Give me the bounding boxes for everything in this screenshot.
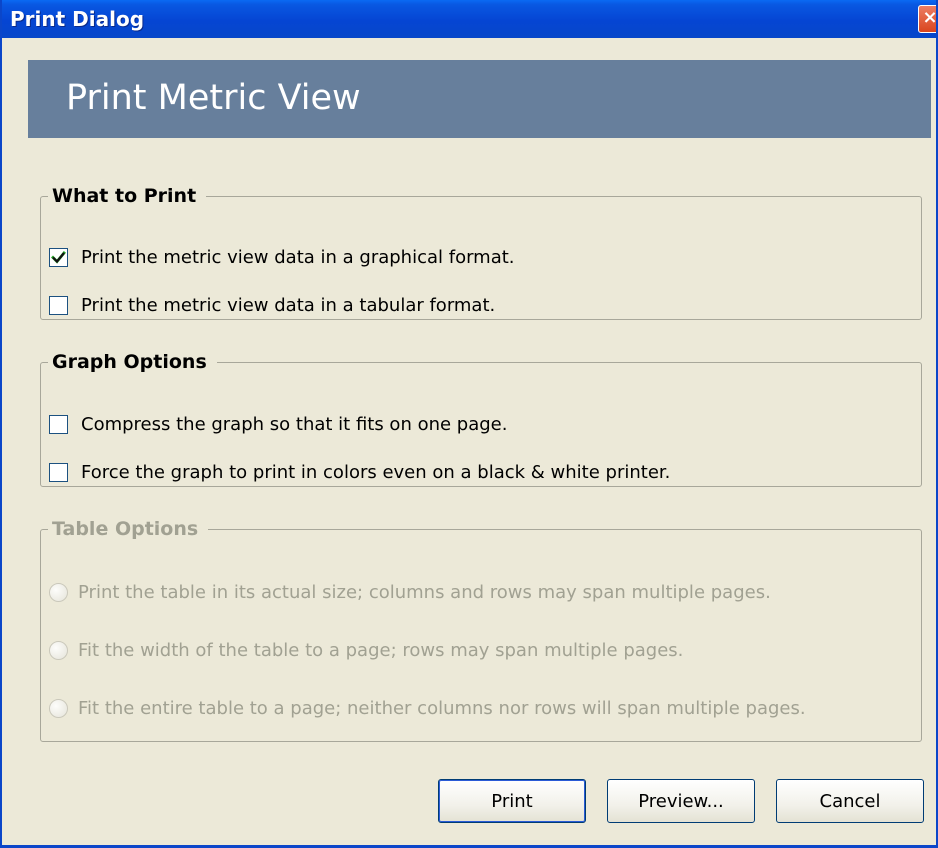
- compress-graph-checkbox[interactable]: [49, 415, 68, 434]
- graphical-format-option[interactable]: Print the metric view data in a graphica…: [49, 247, 515, 268]
- actual-size-label: Print the table in its actual size; colu…: [78, 582, 771, 603]
- actual-size-radio: [49, 583, 68, 602]
- what-to-print-group: What to Print Print the metric view data…: [40, 185, 922, 320]
- fit-entire-label: Fit the entire table to a page; neither …: [78, 698, 806, 719]
- fit-width-label: Fit the width of the table to a page; ro…: [78, 640, 684, 661]
- compress-graph-label: Compress the graph so that it fits on on…: [81, 414, 508, 435]
- page-title: Print Metric View: [66, 78, 361, 118]
- fit-entire-radio: [49, 699, 68, 718]
- header-banner: Print Metric View: [28, 60, 931, 138]
- tabular-format-label: Print the metric view data in a tabular …: [81, 295, 496, 316]
- close-button[interactable]: ×: [918, 5, 938, 33]
- cancel-button[interactable]: Cancel: [776, 779, 924, 823]
- tabular-format-checkbox[interactable]: [49, 296, 68, 315]
- fit-width-radio: [49, 641, 68, 660]
- print-button[interactable]: Print: [438, 779, 586, 823]
- compress-graph-option[interactable]: Compress the graph so that it fits on on…: [49, 414, 507, 435]
- graph-options-group: Graph Options Compress the graph so that…: [40, 351, 922, 487]
- checkmark-icon: [51, 251, 66, 264]
- tabular-format-option[interactable]: Print the metric view data in a tabular …: [49, 295, 495, 316]
- fit-width-option: Fit the width of the table to a page; ro…: [49, 640, 683, 661]
- graph-options-legend: Graph Options: [52, 351, 207, 373]
- print-dialog-window: Print Dialog × Print Metric View What to…: [0, 0, 938, 848]
- close-icon: ×: [922, 7, 938, 28]
- force-colors-label: Force the graph to print in colors even …: [81, 462, 671, 483]
- force-colors-option[interactable]: Force the graph to print in colors even …: [49, 462, 670, 483]
- graphical-format-label: Print the metric view data in a graphica…: [81, 247, 515, 268]
- title-bar: Print Dialog ×: [2, 0, 936, 38]
- force-colors-checkbox[interactable]: [49, 463, 68, 482]
- preview-button[interactable]: Preview...: [607, 779, 755, 823]
- graphical-format-checkbox[interactable]: [49, 248, 68, 267]
- what-to-print-legend: What to Print: [52, 185, 197, 207]
- fit-entire-option: Fit the entire table to a page; neither …: [49, 698, 806, 719]
- actual-size-option: Print the table in its actual size; colu…: [49, 582, 771, 603]
- table-options-legend: Table Options: [52, 518, 199, 540]
- table-options-group: Table Options Print the table in its act…: [40, 518, 922, 742]
- window-title: Print Dialog: [10, 7, 145, 31]
